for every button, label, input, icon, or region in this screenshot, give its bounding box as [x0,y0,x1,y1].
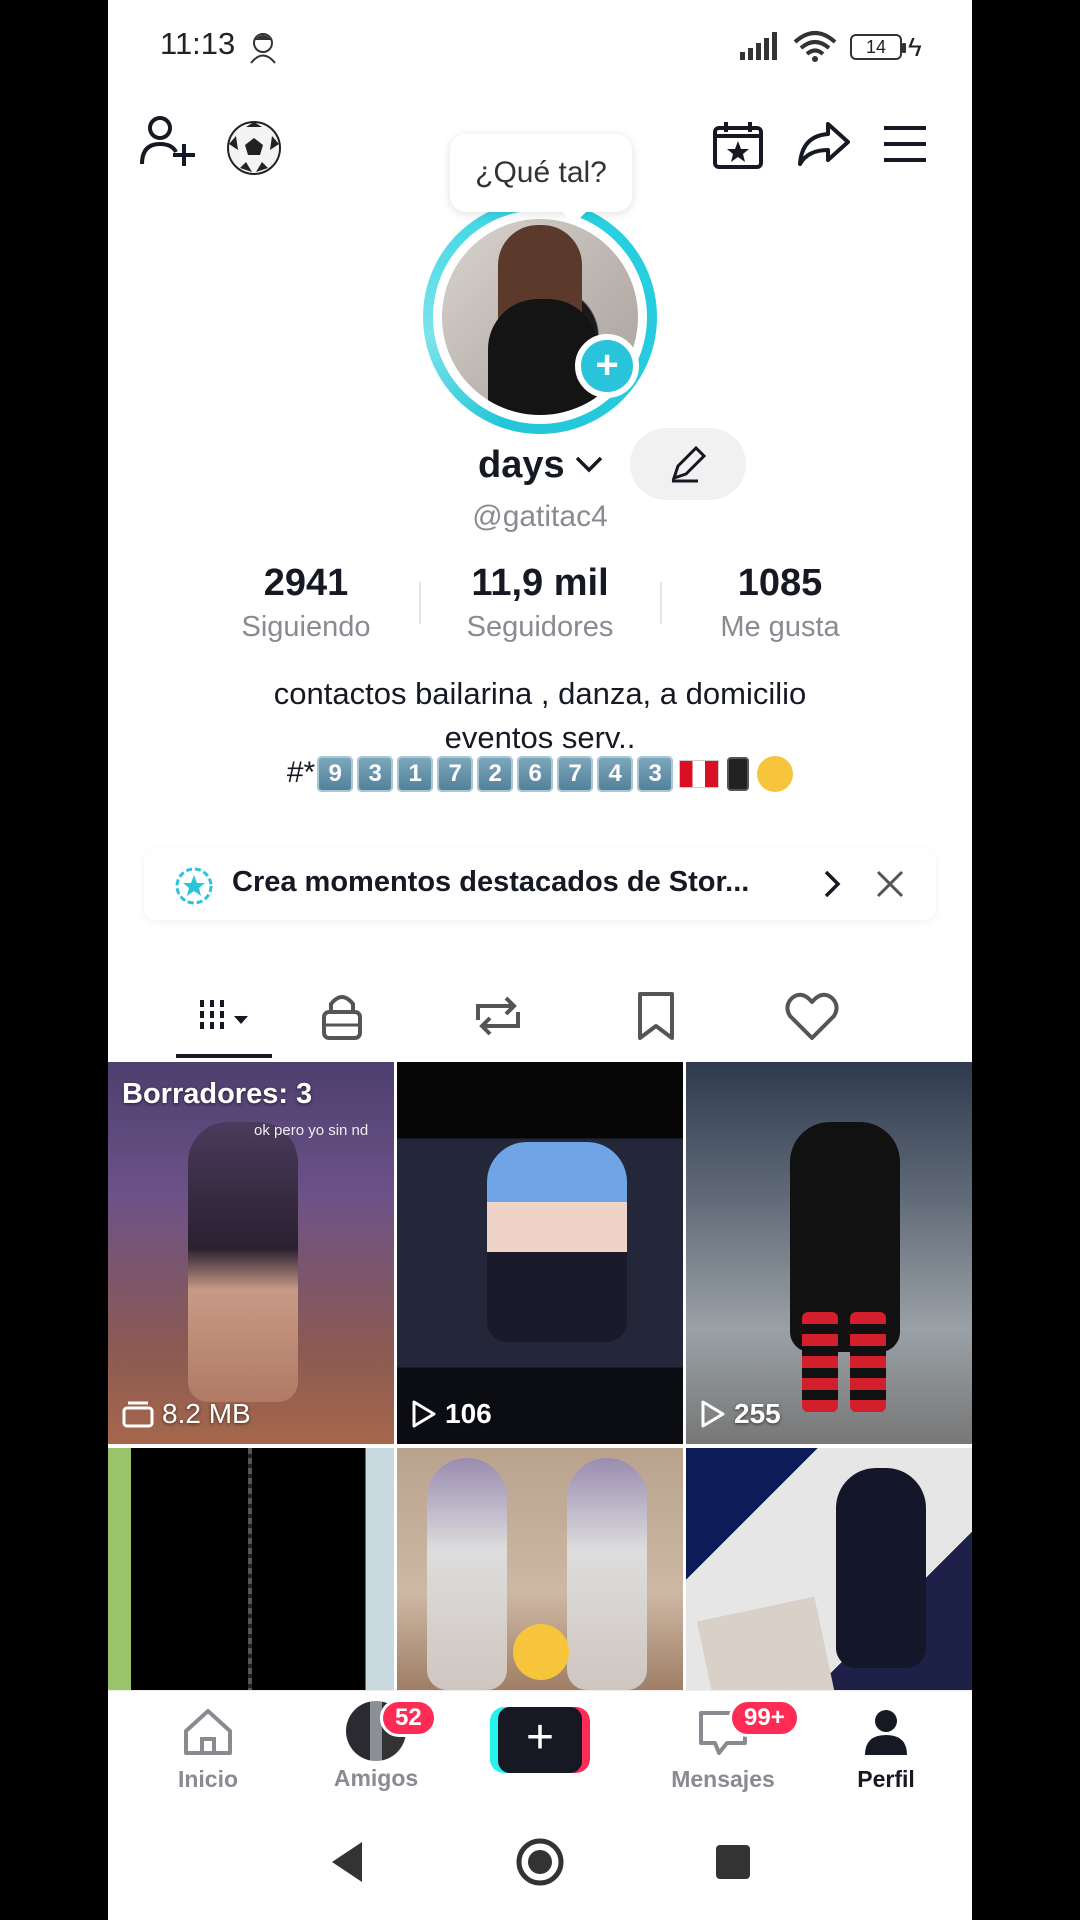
pencil-icon [671,445,707,483]
play-count: 106 [411,1398,492,1430]
stat-label: Seguidores [466,611,614,643]
play-icon [412,1400,436,1428]
stat-value: 11,9 mil [471,562,609,604]
bookmark-icon[interactable] [626,986,686,1046]
status-bubble[interactable]: ¿Qué tal? [450,134,632,224]
bottom-nav: Inicio 52 Amigos + 99+ Mensajes Perfil [108,1690,972,1800]
profile-icon [865,1710,907,1755]
share-icon[interactable] [796,120,852,168]
nav-label: Perfil [857,1766,915,1792]
nav-label: Inicio [177,1766,239,1792]
video-tile[interactable] [397,1448,683,1690]
plus-icon: + [498,1707,582,1773]
status-bar: 11:13 14 ϟ [108,0,972,96]
nav-label: Amigos [333,1765,419,1791]
stat-label: Siguiendo [241,611,371,643]
play-count-value: 106 [445,1398,492,1429]
drafts-stack-icon [122,1401,154,1428]
peru-flag-icon [679,760,720,789]
story-highlights-banner[interactable]: Crea momentos destacados de Stor... [144,848,936,920]
video-tile[interactable] [686,1448,972,1690]
video-caption: ok pero yo sin nd [254,1122,369,1139]
back-icon[interactable] [328,1840,368,1884]
friends-badge: 52 [380,1699,437,1737]
draft-size: 8.2 MB [122,1398,251,1430]
keycap-digit: 9 [317,756,354,793]
bio-line: eventos serv.. [444,720,636,755]
smiling-face-hearts-icon [757,756,794,793]
add-friend-icon[interactable] [138,114,198,170]
tiktok-profile-screen: 11:13 14 ϟ + ¿Qué tal? days @gatitac4 29… [108,0,972,1920]
smiling-face-hearts-icon [513,1624,569,1680]
status-time: 11:13 [160,26,236,61]
create-button[interactable]: + [490,1707,590,1773]
drafts-label: Borradores: 3 [122,1078,313,1110]
nav-label: Mensajes [671,1766,775,1792]
keycap-digit: 3 [637,756,674,793]
charging-icon: ϟ [908,32,922,62]
username-handle: @gatitac4 [472,500,608,533]
nav-messages[interactable]: 99+ Mensajes [653,1699,800,1793]
chevron-down-icon[interactable] [574,454,604,474]
keycap-digit: 3 [357,756,394,793]
stat-likes[interactable]: 1085 Me gusta [680,562,880,644]
play-count: 255 [700,1398,781,1430]
play-count-value: 255 [734,1398,781,1429]
bio-prefix: #* [286,756,316,789]
mobile-phone-icon [727,757,750,792]
highlight-star-icon [175,867,213,905]
home-circle-icon[interactable] [516,1838,564,1886]
calendar-star-icon[interactable] [712,120,764,170]
battery-icon: 14 [850,34,906,60]
bio[interactable]: contactos bailarina , danza, a domicilio… [108,672,972,760]
messages-badge: 99+ [729,1699,800,1737]
active-tab-indicator [176,1054,272,1058]
video-tile[interactable] [108,1448,394,1690]
keycap-digit: 7 [557,756,594,793]
keycap-digit: 2 [477,756,514,793]
display-name[interactable]: days [478,444,565,487]
draft-video-tile[interactable]: Borradores: 3 ok pero yo sin nd 8.2 MB [108,1062,394,1444]
notification-avatar-icon [250,33,276,64]
stat-value: 2941 [263,562,349,604]
stat-divider [660,582,662,624]
close-icon[interactable] [874,868,906,900]
home-icon [184,1709,232,1755]
stat-label: Me gusta [720,611,840,643]
soccer-ball-icon[interactable] [226,120,282,176]
lock-icon[interactable] [312,986,372,1046]
play-icon [701,1400,725,1428]
nav-profile[interactable]: Perfil [816,1707,956,1793]
add-story-button[interactable]: + [575,334,639,398]
bio-contact-line: #* 9 3 1 7 2 6 7 4 3 [108,756,972,800]
repost-icon[interactable] [468,986,528,1046]
stat-divider [419,582,421,624]
bio-line: contactos bailarina , danza, a domicilio [273,676,807,711]
system-nav-bar [108,1800,972,1920]
heart-icon[interactable] [782,986,842,1046]
signal-icon [740,32,777,60]
keycap-digit: 6 [517,756,554,793]
stat-following[interactable]: 2941 Siguiendo [206,562,406,644]
recents-icon[interactable] [714,1843,752,1881]
draft-size-value: 8.2 MB [162,1398,251,1429]
videos-grid-tab[interactable] [198,986,258,1046]
keycap-digit: 1 [397,756,434,793]
stat-followers[interactable]: 11,9 mil Seguidores [440,562,640,644]
video-tile[interactable]: 255 [686,1062,972,1444]
nav-friends[interactable]: 52 Amigos [306,1699,446,1792]
video-tile[interactable]: 106 [397,1062,683,1444]
menu-icon[interactable] [882,124,928,164]
wifi-icon [793,31,837,62]
stat-value: 1085 [737,562,823,604]
keycap-digit: 4 [597,756,634,793]
avatar-story-ring[interactable] [423,200,657,434]
banner-text: Crea momentos destacados de Stor... [232,866,750,898]
edit-profile-button[interactable] [630,428,746,500]
chevron-right-icon[interactable] [820,866,844,902]
content-tabs [108,968,972,1060]
name-row: days [108,440,972,500]
nav-home[interactable]: Inicio [138,1707,278,1793]
keycap-digit: 7 [437,756,474,793]
